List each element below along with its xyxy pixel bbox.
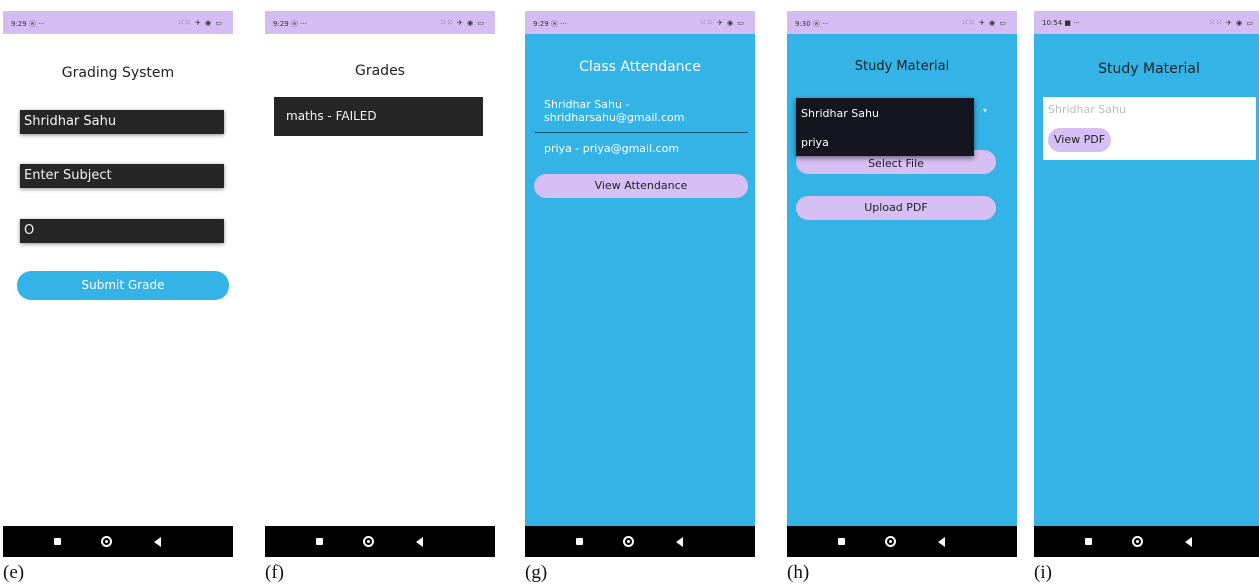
nav-bar (525, 526, 755, 557)
dropdown-option[interactable]: priya (801, 136, 829, 149)
material-card: Shridhar Sahu View PDF (1043, 97, 1256, 160)
status-time: 9:29 ⓦ ··· (533, 20, 567, 28)
student-dropdown-menu: Shridhar Sahu priya (796, 98, 974, 156)
status-bar: 9:29 ⓦ ··· ⁙⁙ ✈ ◉ ▭ (265, 11, 495, 34)
caption-i: (i) (1034, 562, 1052, 583)
status-bar: 9:29 ⓦ ··· ⁙⁙ ✈ ◉ ▭ (3, 11, 233, 34)
subject-field[interactable]: Enter Subject (20, 164, 224, 188)
recent-apps-icon[interactable] (316, 538, 323, 545)
home-icon[interactable] (1132, 536, 1143, 547)
nav-bar (3, 526, 233, 557)
screen-grading-system: 9:29 ⓦ ··· ⁙⁙ ✈ ◉ ▭ Grading System Shrid… (3, 11, 233, 557)
grade-field[interactable]: O (20, 219, 224, 243)
recent-apps-icon[interactable] (54, 538, 61, 545)
status-bar: 9:29 ⓦ ··· ⁙⁙ ✈ ◉ ▭ (525, 11, 755, 34)
nav-bar (1034, 526, 1259, 557)
back-icon[interactable] (938, 537, 945, 547)
back-icon[interactable] (154, 537, 161, 547)
status-time: 9:30 ⓦ ··· (795, 20, 829, 28)
screen-content: Study Material Shridhar Sahu View PDF (1034, 34, 1259, 526)
student-list-item[interactable]: priya - priya@gmail.com (544, 142, 744, 155)
recent-apps-icon[interactable] (576, 538, 583, 545)
screen-study-material-view: 10:54 ■ ··· ⁙⁙ ✈ ◉ ▭ Study Material Shri… (1034, 11, 1259, 557)
status-time: 9:29 ⓦ ··· (11, 20, 45, 28)
screen-content: Study Material ▾ Select File Upload PDF … (787, 34, 1017, 526)
page-title: Class Attendance (579, 59, 701, 75)
caption-g: (g) (525, 562, 548, 583)
submit-grade-button[interactable]: Submit Grade (17, 271, 229, 300)
view-pdf-button[interactable]: View PDF (1048, 128, 1111, 152)
back-icon[interactable] (1185, 537, 1192, 547)
screen-content: Grades maths - FAILED (265, 34, 495, 526)
page-title: Study Material (854, 59, 950, 74)
page-title: Study Material (1098, 61, 1200, 77)
screen-class-attendance: 9:29 ⓦ ··· ⁙⁙ ✈ ◉ ▭ Class Attendance Shr… (525, 11, 755, 557)
caption-e: (e) (3, 562, 25, 583)
screen-content: Grading System Shridhar Sahu Enter Subje… (3, 34, 233, 526)
status-icons: ⁙⁙ ✈ ◉ ▭ (178, 19, 223, 27)
screen-study-material-upload: 9:30 ⓦ ··· ⁙⁙ ✈ ◉ ▭ Study Material ▾ Sel… (787, 11, 1017, 557)
view-attendance-button[interactable]: View Attendance (534, 174, 748, 198)
status-bar: 9:30 ⓦ ··· ⁙⁙ ✈ ◉ ▭ (787, 11, 1017, 34)
student-name: Shridhar Sahu (1048, 103, 1126, 116)
home-icon[interactable] (885, 536, 896, 547)
grade-list-item: maths - FAILED (274, 97, 483, 136)
caption-h: (h) (787, 562, 810, 583)
status-icons: ⁙⁙ ✈ ◉ ▭ (440, 19, 485, 27)
student-list-item[interactable]: Shridhar Sahu - shridharsahu@gmail.com (544, 98, 736, 124)
nav-bar (265, 526, 495, 557)
student-name-field[interactable]: Shridhar Sahu (20, 110, 224, 134)
nav-bar (787, 526, 1017, 557)
upload-pdf-button[interactable]: Upload PDF (796, 196, 996, 220)
home-icon[interactable] (101, 536, 112, 547)
status-icons: ⁙⁙ ✈ ◉ ▭ (1209, 19, 1254, 27)
page-title: Grades (355, 63, 405, 79)
caption-f: (f) (265, 562, 284, 583)
status-icons: ⁙⁙ ✈ ◉ ▭ (700, 19, 745, 27)
recent-apps-icon[interactable] (1085, 538, 1092, 545)
status-bar: 10:54 ■ ··· ⁙⁙ ✈ ◉ ▭ (1034, 11, 1259, 34)
status-time: 10:54 ■ ··· (1042, 19, 1080, 27)
back-icon[interactable] (676, 537, 683, 547)
screen-grades: 9:29 ⓦ ··· ⁙⁙ ✈ ◉ ▭ Grades maths - FAILE… (265, 11, 495, 557)
dropdown-option[interactable]: Shridhar Sahu (801, 107, 879, 120)
recent-apps-icon[interactable] (838, 538, 845, 545)
status-time: 9:29 ⓦ ··· (273, 20, 307, 28)
page-title: Grading System (61, 65, 175, 81)
screen-content: Class Attendance Shridhar Sahu - shridha… (525, 34, 755, 526)
list-divider (535, 132, 748, 133)
chevron-down-icon[interactable]: ▾ (983, 106, 987, 115)
back-icon[interactable] (416, 537, 423, 547)
status-icons: ⁙⁙ ✈ ◉ ▭ (962, 19, 1007, 27)
home-icon[interactable] (623, 536, 634, 547)
home-icon[interactable] (363, 536, 374, 547)
